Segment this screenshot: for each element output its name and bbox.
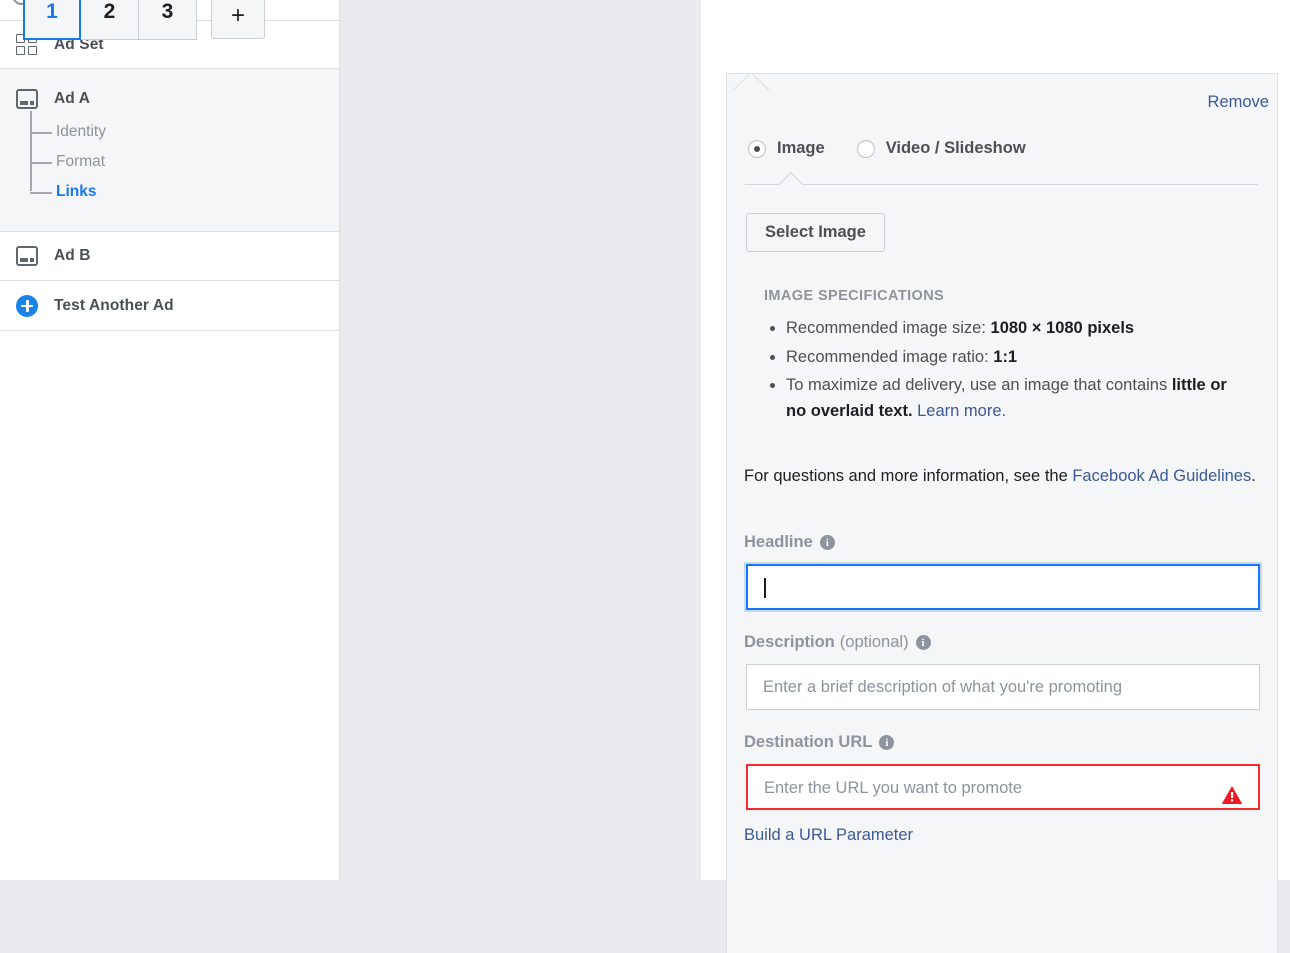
guidelines-paragraph: For questions and more information, see … xyxy=(744,464,1260,488)
radio-option-video-slideshow[interactable]: Video / Slideshow xyxy=(856,139,1026,158)
headline-label-text: Headline xyxy=(744,533,813,551)
creative-panel xyxy=(726,73,1278,953)
image-specifications: IMAGE SPECIFICATIONS Recommended image s… xyxy=(764,288,1234,427)
tree-branch-line xyxy=(30,132,52,134)
tab-1[interactable]: 1 xyxy=(23,0,81,40)
tree-branch-line xyxy=(30,192,52,194)
warning-icon xyxy=(1221,778,1243,804)
left-sidebar: Ad Set Ad A Identity Format Links Ad B T… xyxy=(0,0,340,880)
sidebar-subitem-format[interactable]: Format xyxy=(30,147,339,177)
learn-more-link[interactable]: Learn more. xyxy=(917,402,1006,420)
creative-tabs: 1 2 3 + xyxy=(23,0,265,40)
headline-label: Headline i xyxy=(744,533,835,552)
description-label: Description (optional) i xyxy=(744,633,931,652)
destination-url-label: Destination URL i xyxy=(744,733,895,752)
sidebar-subitem-label: Identity xyxy=(56,123,106,140)
select-image-button[interactable]: Select Image xyxy=(746,213,885,252)
radio-label: Video / Slideshow xyxy=(885,139,1026,157)
info-icon[interactable]: i xyxy=(879,735,895,750)
spec-value: 1:1 xyxy=(993,347,1018,366)
description-input[interactable]: Enter a brief description of what you're… xyxy=(746,664,1260,710)
description-placeholder: Enter a brief description of what you're… xyxy=(763,678,1123,696)
destination-url-label-text: Destination URL xyxy=(744,733,873,751)
radio-icon xyxy=(748,139,766,158)
destination-url-placeholder: Enter the URL you want to promote xyxy=(764,779,1023,797)
ad-icon xyxy=(16,246,42,266)
spec-text: Recommended image ratio: xyxy=(786,347,994,366)
sidebar-item-label: Ad A xyxy=(54,90,90,107)
sidebar-subitem-identity[interactable]: Identity xyxy=(30,117,339,147)
description-label-text: Description xyxy=(744,633,835,651)
radio-label: Image xyxy=(777,139,825,157)
preview-gutter xyxy=(341,0,701,880)
radio-icon xyxy=(856,139,875,158)
ad-icon xyxy=(16,89,42,109)
tree-branch-line xyxy=(30,162,52,164)
build-url-parameter-link[interactable]: Build a URL Parameter xyxy=(744,826,913,845)
spec-item: Recommended image ratio: 1:1 xyxy=(786,345,1234,371)
text-cursor xyxy=(764,577,766,598)
headline-input[interactable] xyxy=(746,564,1260,610)
divider-caret xyxy=(777,170,805,185)
tree-vertical-line xyxy=(30,111,32,191)
section-divider xyxy=(745,184,1258,185)
plus-circle-icon xyxy=(16,294,42,317)
sidebar-item-ad-b[interactable]: Ad B xyxy=(0,232,339,281)
spec-list: Recommended image size: 1080 × 1080 pixe… xyxy=(764,316,1234,424)
spec-item: Recommended image size: 1080 × 1080 pixe… xyxy=(786,316,1234,342)
guidelines-suffix: . xyxy=(1251,467,1256,485)
destination-url-input[interactable]: Enter the URL you want to promote xyxy=(746,764,1260,810)
tab-3[interactable]: 3 xyxy=(139,0,197,40)
add-tab-button[interactable]: + xyxy=(211,0,265,39)
sidebar-group-ad-a: Ad A Identity Format Links xyxy=(0,69,339,232)
sidebar-item-label: Ad B xyxy=(54,247,91,264)
sidebar-item-test-another-ad[interactable]: Test Another Ad xyxy=(0,281,339,331)
sidebar-item-ad-a[interactable]: Ad A xyxy=(0,69,339,117)
info-icon[interactable]: i xyxy=(915,635,931,650)
spec-text: To maximize ad delivery, use an image th… xyxy=(786,376,1172,395)
remove-creative-link[interactable]: Remove xyxy=(1208,93,1269,112)
sidebar-subitem-links[interactable]: Links xyxy=(30,177,339,207)
sidebar-item-label: Test Another Ad xyxy=(54,296,174,314)
media-type-radio-group: Image Video / Slideshow xyxy=(748,139,1058,158)
sidebar-subtree-ad-a: Identity Format Links xyxy=(30,111,339,207)
spec-heading: IMAGE SPECIFICATIONS xyxy=(764,288,945,304)
tab-2[interactable]: 2 xyxy=(81,0,139,40)
description-optional-text: (optional) xyxy=(839,633,909,651)
spec-value: 1080 × 1080 pixels xyxy=(990,319,1135,337)
spec-item: To maximize ad delivery, use an image th… xyxy=(786,373,1234,424)
sidebar-subitem-label: Format xyxy=(56,153,106,170)
facebook-ad-guidelines-link[interactable]: Facebook Ad Guidelines xyxy=(1072,467,1251,485)
guidelines-prefix: For questions and more information, see … xyxy=(744,467,1073,485)
radio-option-image[interactable]: Image xyxy=(748,139,825,158)
info-icon[interactable]: i xyxy=(819,535,835,550)
spec-text: Recommended image size: xyxy=(786,319,991,337)
sidebar-subitem-label: Links xyxy=(56,183,97,200)
